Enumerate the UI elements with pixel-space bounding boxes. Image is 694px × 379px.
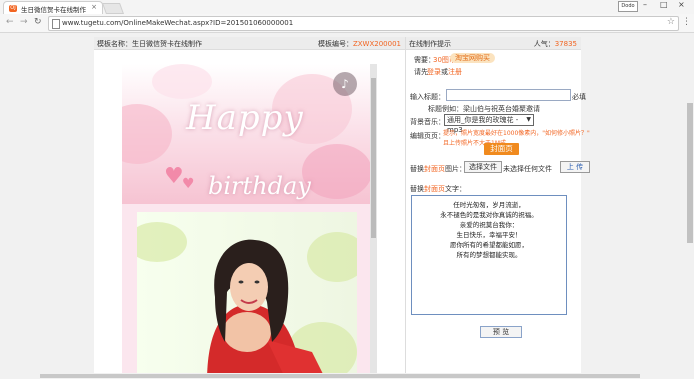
petal-decoration bbox=[122, 104, 172, 164]
title-reference: 标题例如：梁山伯与祝英台婚聚邀请 bbox=[428, 105, 540, 113]
login-prefix: 请先 bbox=[414, 68, 428, 76]
chevron-down-icon: ▼ bbox=[526, 116, 531, 123]
popularity-value: 37835 bbox=[554, 40, 577, 48]
template-number: 模板编号：ZXWX200001 bbox=[318, 39, 401, 49]
card-scrollbar-thumb[interactable] bbox=[371, 78, 376, 238]
register-link[interactable]: 注册 bbox=[448, 67, 462, 77]
taobao-buy-button[interactable]: 淘宝网购买 bbox=[450, 53, 495, 63]
replace-text-link: 封面页 bbox=[424, 185, 445, 193]
greeting-line: 永不褪色的是我对你真诚的祝福。 bbox=[440, 211, 538, 219]
upload-button[interactable]: 上 传 bbox=[560, 161, 590, 173]
petal-decoration bbox=[302, 144, 372, 199]
page-vertical-scrollbar-thumb[interactable] bbox=[687, 103, 693, 243]
replace-cover-image: 替换封面页图片： bbox=[410, 164, 466, 174]
page-viewport: 模板名称：生日微信贺卡在线制作 模板编号：ZXWX200001 Happy ♥ … bbox=[0, 33, 686, 373]
title-input-label: 输入标题： bbox=[410, 93, 445, 101]
choose-file-button[interactable]: 选择文件 bbox=[464, 161, 502, 173]
replace-image-suffix: 图片： bbox=[445, 165, 466, 173]
petal-decoration bbox=[152, 64, 212, 99]
new-tab-button[interactable] bbox=[101, 3, 125, 14]
portrait-illustration bbox=[207, 239, 323, 373]
editor-panel: 在线制作提示 人气：37835 需要： 30图币 淘宝网购买 请先 登录 或 注… bbox=[405, 37, 590, 373]
required-label: 必填 bbox=[572, 93, 586, 101]
cover-page-button[interactable]: 封面页 bbox=[484, 143, 519, 155]
editor-header-title: 在线制作提示 bbox=[409, 40, 451, 48]
replace-cover-text: 替换封面页文字： bbox=[410, 184, 466, 194]
card-title-birthday: birthday bbox=[208, 172, 311, 200]
page-horizontal-scrollbar[interactable] bbox=[0, 373, 686, 379]
price-label: 需要： bbox=[414, 56, 435, 64]
popularity-label: 人气： bbox=[533, 40, 555, 48]
replace-text-prefix: 替换 bbox=[410, 185, 424, 193]
template-number-label: 模板编号： bbox=[317, 40, 353, 48]
card-preview: Happy ♥ ♥ birthday ♪ bbox=[122, 64, 377, 373]
bookmark-star-icon[interactable]: ☆ bbox=[667, 17, 675, 27]
edit-tip-line1: 提示，照片宽度最好在1000像素内，"如何修小照片？" bbox=[443, 130, 590, 137]
site-favicon-icon: OJ bbox=[9, 5, 17, 12]
music-label: 背景音乐： bbox=[410, 118, 445, 126]
card-scrollbar[interactable] bbox=[370, 64, 377, 373]
template-number-value: ZXWX200001 bbox=[352, 40, 401, 48]
address-bar-row: ← → ↻ www.tugetu.com/OnlineMakeWechat.as… bbox=[0, 14, 694, 33]
forward-arrow-icon[interactable]: → bbox=[20, 17, 28, 27]
greeting-line: 生日快乐，幸福平安！ bbox=[456, 231, 522, 239]
greeting-line: 愿你所有的希望都能如愿， bbox=[450, 241, 528, 249]
editor-header: 在线制作提示 人气：37835 bbox=[406, 37, 581, 50]
close-window-icon[interactable]: × bbox=[678, 0, 685, 9]
url-input[interactable]: www.tugetu.com/OnlineMakeWechat.aspx?ID=… bbox=[48, 16, 679, 31]
menu-icon[interactable]: ⋮ bbox=[682, 17, 691, 27]
tab-close-icon[interactable]: × bbox=[91, 3, 97, 11]
maximize-icon[interactable]: □ bbox=[660, 0, 668, 9]
popularity: 人气：37835 bbox=[534, 39, 577, 49]
tab-title: 生日微信贺卡在线制作 bbox=[21, 6, 86, 14]
heart-icon: ♥ bbox=[164, 164, 184, 189]
greeting-line: 任时光匆匆，岁月流逝， bbox=[453, 201, 525, 209]
reload-icon[interactable]: ↻ bbox=[34, 17, 42, 27]
login-or: 或 bbox=[441, 68, 448, 76]
url-text: www.tugetu.com/OnlineMakeWechat.aspx?ID=… bbox=[62, 19, 294, 27]
profile-badge[interactable]: Dodo bbox=[618, 1, 638, 12]
greeting-textarea[interactable]: 任时光匆匆，岁月流逝， 永不褪色的是我对你真诚的祝福。 亲爱的祝莫台我你： 生日… bbox=[411, 195, 567, 315]
browser-titlebar: OJ 生日微信贺卡在线制作 × Dodo – □ × bbox=[0, 0, 694, 15]
minimize-icon[interactable]: – bbox=[643, 0, 647, 9]
replace-image-prefix: 替换 bbox=[410, 165, 424, 173]
card-cover: Happy ♥ ♥ birthday ♪ bbox=[122, 64, 377, 204]
back-arrow-icon[interactable]: ← bbox=[6, 17, 14, 27]
edit-page-label: 编辑页页： bbox=[410, 132, 445, 140]
template-header: 模板名称：生日微信贺卡在线制作 模板编号：ZXWX200001 bbox=[94, 37, 405, 50]
card-title-happy: Happy bbox=[186, 98, 304, 138]
template-panel: 模板名称：生日微信贺卡在线制作 模板编号：ZXWX200001 Happy ♥ … bbox=[94, 37, 405, 373]
replace-image-link: 封面页 bbox=[424, 165, 445, 173]
no-file-text: 未选择任何文件 bbox=[503, 165, 552, 173]
heart-icon: ♥ bbox=[182, 176, 195, 192]
title-input[interactable] bbox=[446, 89, 571, 101]
preview-button[interactable]: 预 览 bbox=[480, 326, 522, 338]
music-mute-icon[interactable]: ♪ bbox=[333, 72, 357, 96]
page-vertical-scrollbar[interactable] bbox=[686, 33, 694, 373]
replace-text-suffix: 文字： bbox=[445, 185, 466, 193]
page-icon bbox=[52, 19, 60, 29]
card-photo bbox=[137, 212, 357, 373]
music-select[interactable]: 通用_你是我的玫瑰花 -mp3 ▼ bbox=[444, 114, 534, 134]
login-link[interactable]: 登录 bbox=[427, 67, 441, 77]
greeting-line: 所有的梦想都能实现。 bbox=[456, 251, 522, 259]
greeting-line: 亲爱的祝莫台我你： bbox=[459, 221, 519, 229]
template-name: 模板名称：生日微信贺卡在线制作 bbox=[97, 40, 202, 48]
page-horizontal-scrollbar-thumb[interactable] bbox=[40, 374, 640, 378]
browser-tab[interactable]: OJ 生日微信贺卡在线制作 × bbox=[3, 1, 103, 15]
